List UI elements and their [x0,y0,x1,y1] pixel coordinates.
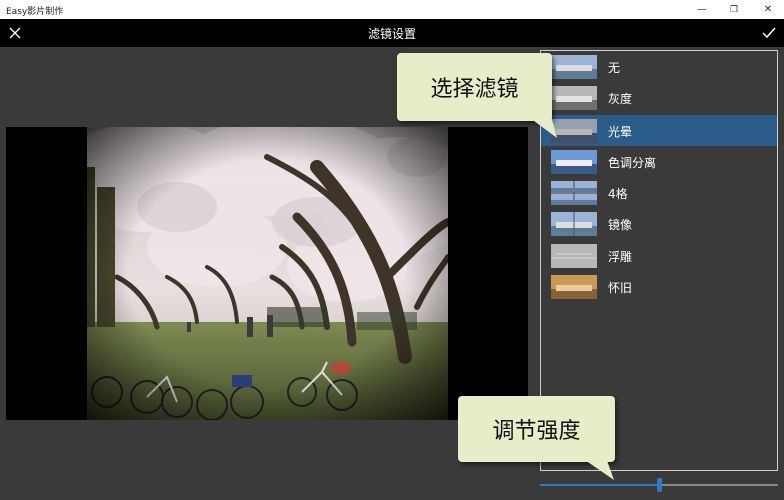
filter-label: 光晕 [608,125,633,139]
filter-item-emboss[interactable]: 浮雕 [541,240,777,271]
filter-thumbnail [551,275,597,299]
strength-slider[interactable] [540,478,778,492]
filter-item-vintage[interactable]: 怀旧 [541,271,777,302]
minimize-button[interactable]: — [686,0,718,19]
filter-label: 无 [608,61,621,75]
app-title: Easy影片制作 [6,7,64,17]
close-window-button[interactable]: ✕ [752,0,784,19]
filter-thumbnail [551,212,597,236]
slider-thumb[interactable] [657,478,662,492]
filter-item-four-grid[interactable]: 4格 [541,177,777,208]
filter-label: 怀旧 [608,281,633,295]
video-preview [6,127,528,420]
filter-thumbnail [551,244,597,268]
callout-pointer [522,112,557,138]
filter-label: 镜像 [608,218,633,232]
filter-thumbnail [551,55,597,79]
callout-text: 选择滤镜 [430,77,519,102]
restore-button[interactable]: ❐ [718,0,750,19]
filter-item-posterize[interactable]: 色调分离 [541,146,777,177]
filter-item-grayscale[interactable]: 灰度 [541,82,777,113]
filter-item-none[interactable]: 无 [541,51,777,82]
window-titlebar: Easy影片制作 — ❐ ✕ [0,0,784,19]
callout-select-filter: 选择滤镜 [397,53,552,121]
page-title: 滤镜设置 [367,27,416,41]
dialog-header: 滤镜设置 [0,19,784,47]
filter-label: 灰度 [608,92,633,106]
filter-item-mirror[interactable]: 镜像 [541,208,777,239]
callout-text: 调节强度 [492,419,581,444]
preview-image [87,127,448,420]
filter-thumbnail [551,150,597,174]
filter-item-glow[interactable]: 光晕 [541,115,777,146]
callout-pointer [582,458,614,480]
filter-thumbnail [551,86,597,110]
filter-thumbnail [551,181,597,205]
filter-label: 色调分离 [608,156,657,170]
callout-adjust-strength: 调节强度 [458,396,615,462]
filter-label: 4格 [608,187,628,201]
filter-label: 浮雕 [608,250,633,264]
confirm-button[interactable] [758,21,780,45]
slider-fill [540,484,659,486]
checkmark-icon [762,27,776,39]
